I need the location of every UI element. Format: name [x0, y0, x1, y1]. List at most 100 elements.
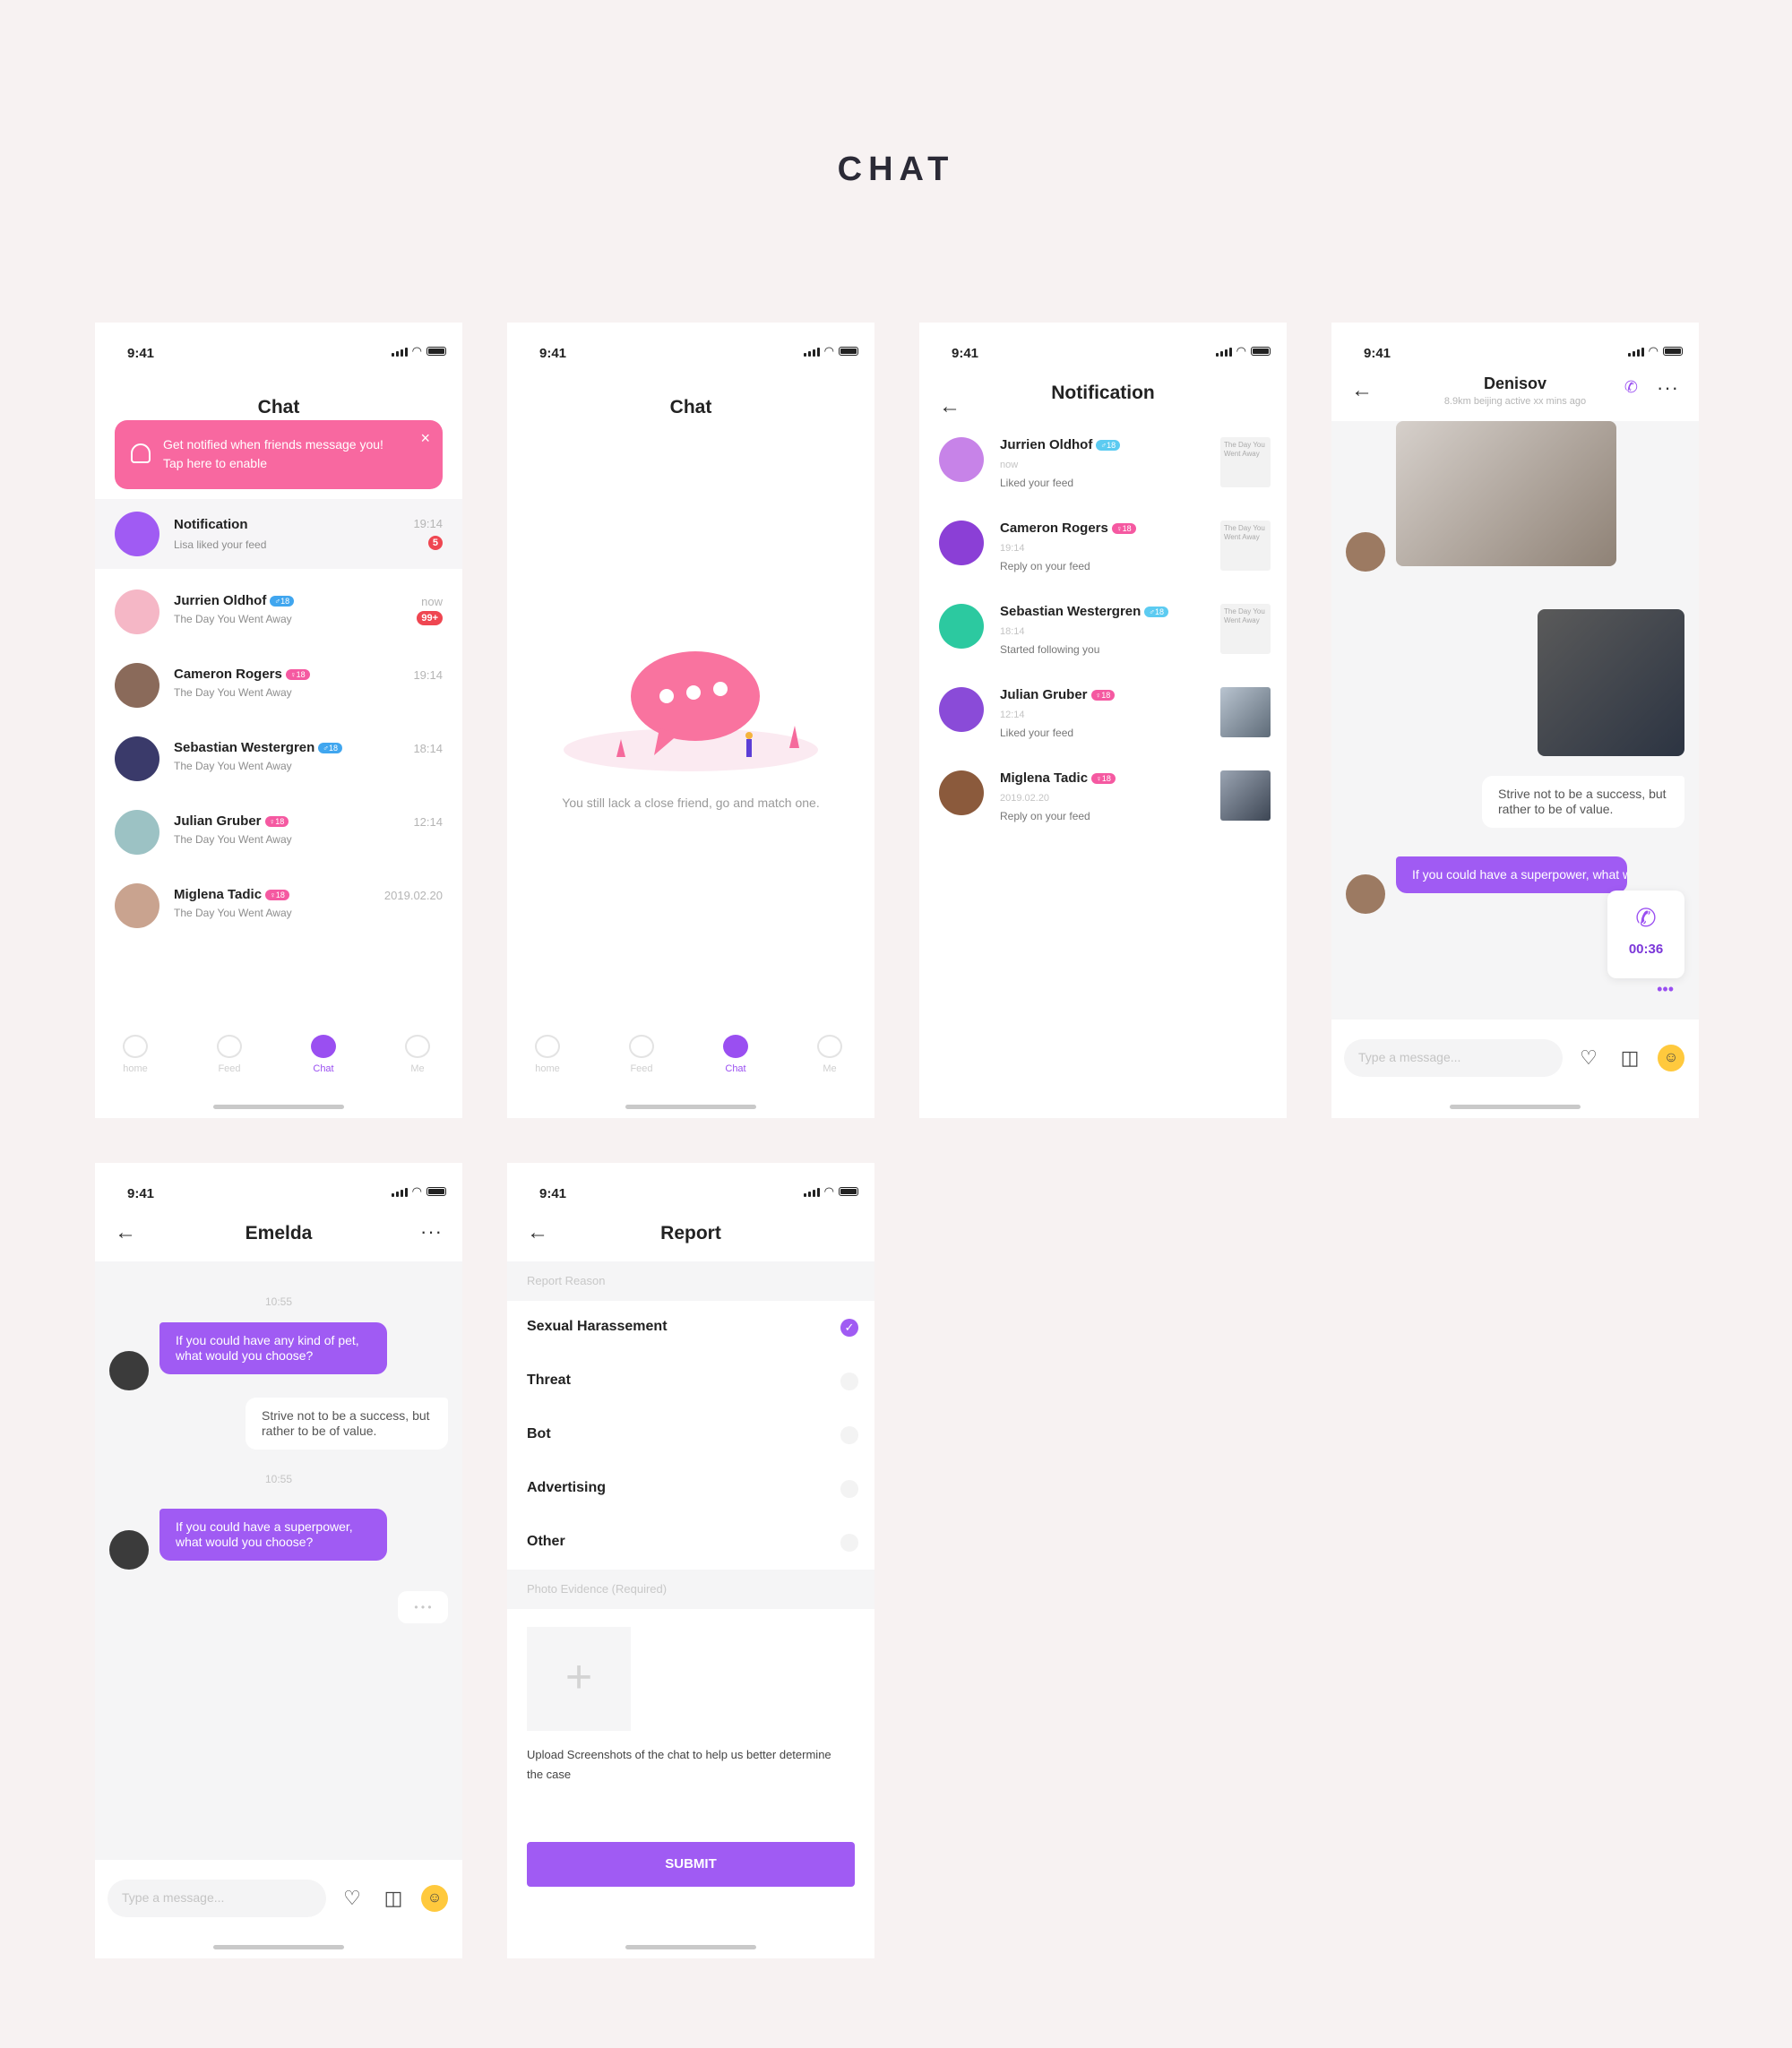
- home-indicator[interactable]: [213, 1945, 344, 1949]
- home-indicator[interactable]: [625, 1945, 756, 1949]
- status-bar: 9:41 ◠: [95, 1163, 462, 1208]
- battery-icon: [839, 1187, 858, 1196]
- photo-message[interactable]: [1396, 421, 1616, 566]
- profile-icon: [817, 1035, 842, 1058]
- home-indicator[interactable]: [213, 1105, 344, 1109]
- list-item[interactable]: Jurrien Oldhof ♂18 now Liked your feed Th…: [919, 428, 1287, 511]
- user-name: Cameron Rogers: [1000, 521, 1108, 536]
- emoji-icon[interactable]: ☺: [421, 1885, 448, 1912]
- message-input-bar: Type a message... ♡ ◫ ☺: [95, 1860, 462, 1958]
- home-indicator[interactable]: [1450, 1105, 1581, 1109]
- tab-label: Feed: [218, 1063, 241, 1074]
- status-time: 9:41: [952, 346, 979, 361]
- phone-call-icon[interactable]: ✆: [1624, 378, 1638, 397]
- tab-feed[interactable]: Feed: [189, 1035, 270, 1074]
- feed-thumbnail[interactable]: The Day You Went Away: [1220, 521, 1271, 571]
- upload-photo-button[interactable]: +: [527, 1627, 631, 1731]
- call-duration: 00:36: [1628, 942, 1664, 957]
- list-item[interactable]: Miglena Tadic ♀18 2019.02.20 Reply on you…: [919, 762, 1287, 844]
- heart-icon[interactable]: ♡: [339, 1885, 366, 1912]
- feed-thumbnail[interactable]: [1220, 687, 1271, 737]
- message-input[interactable]: Type a message...: [1344, 1039, 1563, 1077]
- monster-avatar: [939, 521, 984, 565]
- screen-chat-denisov: 9:41 ◠ ← Denisov 8.9km beijing active xx…: [1331, 323, 1699, 1118]
- tab-bar: home Feed Chat Me: [95, 1035, 462, 1089]
- battery-icon: [426, 1187, 446, 1196]
- status-bar: 9:41 ◠: [507, 323, 874, 367]
- feed-thumbnail[interactable]: The Day You Went Away: [1220, 604, 1271, 654]
- list-item[interactable]: Jurrien Oldhof ♂18 The Day You Went Away …: [95, 575, 462, 649]
- tab-bar: home Feed Chat Me: [507, 1035, 874, 1089]
- list-item[interactable]: Sebastian Westergren ♂18 The Day You Went…: [95, 722, 462, 796]
- list-item[interactable]: Miglena Tadic ♀18 The Day You Went Away 2…: [95, 869, 462, 942]
- submit-button[interactable]: SUBMIT: [527, 1842, 855, 1887]
- timestamp: 10:55: [264, 1295, 293, 1308]
- radio-icon[interactable]: [840, 1373, 858, 1390]
- avatar: [115, 736, 159, 781]
- radio-icon[interactable]: [840, 1480, 858, 1498]
- last-message: The Day You Went Away: [174, 907, 292, 919]
- notification-title: Notification: [174, 517, 248, 532]
- list-item[interactable]: Julian Gruber ♀18 12:14 Liked your feed: [919, 678, 1287, 761]
- tab-me[interactable]: Me: [377, 1035, 458, 1074]
- wifi-icon: ◠: [1236, 344, 1246, 357]
- notification-action: Liked your feed: [1000, 477, 1074, 489]
- feed-thumbnail[interactable]: [1220, 770, 1271, 821]
- tab-label: Me: [823, 1063, 837, 1074]
- close-icon[interactable]: ×: [420, 429, 430, 448]
- received-message: Strive not to be a success, but rather t…: [246, 1398, 448, 1450]
- status-bar: 9:41 ◠: [95, 323, 462, 367]
- page-title: Chat: [669, 397, 712, 417]
- tab-feed[interactable]: Feed: [601, 1035, 682, 1074]
- more-options-icon[interactable]: ···: [420, 1220, 443, 1243]
- camera-icon[interactable]: ◫: [380, 1885, 407, 1912]
- status-time: 9:41: [539, 1186, 567, 1201]
- feed-thumbnail[interactable]: The Day You Went Away: [1220, 437, 1271, 487]
- unread-badge: 5: [427, 536, 443, 550]
- report-option[interactable]: Other: [507, 1516, 874, 1570]
- tab-home[interactable]: home: [95, 1035, 176, 1074]
- option-label: Sexual Harassement: [527, 1319, 668, 1334]
- wifi-icon: ◠: [823, 1184, 834, 1198]
- radio-icon[interactable]: [840, 1534, 858, 1552]
- enable-notifications-banner[interactable]: Get notified when friends message you! T…: [115, 420, 443, 489]
- photo-message[interactable]: [1538, 609, 1684, 756]
- heart-icon[interactable]: ♡: [1575, 1045, 1602, 1071]
- call-card[interactable]: ✆ 00:36: [1607, 891, 1684, 978]
- list-item[interactable]: Julian Gruber ♀18 The Day You Went Away 1…: [95, 796, 462, 869]
- tab-chat[interactable]: Chat: [283, 1035, 364, 1074]
- unread-badge: 99+: [417, 611, 443, 625]
- camera-icon[interactable]: ◫: [1616, 1045, 1643, 1071]
- message-time: 12:14: [413, 815, 443, 829]
- tab-chat[interactable]: Chat: [695, 1035, 776, 1074]
- report-option[interactable]: Advertising: [507, 1462, 874, 1516]
- wifi-icon: ◠: [411, 1184, 422, 1198]
- list-item[interactable]: Cameron Rogers ♀18 19:14 Reply on your fe…: [919, 512, 1287, 594]
- message-time: now: [421, 595, 443, 608]
- tab-home[interactable]: home: [507, 1035, 588, 1074]
- message-area: 10:55 If you could have any kind of pet,…: [95, 1261, 462, 1860]
- notification-row[interactable]: Notification Lisa liked your feed 19:14 …: [95, 499, 462, 569]
- tab-me[interactable]: Me: [789, 1035, 870, 1074]
- home-indicator[interactable]: [625, 1105, 756, 1109]
- list-item[interactable]: Cameron Rogers ♀18 The Day You Went Away …: [95, 649, 462, 722]
- report-option[interactable]: Threat: [507, 1355, 874, 1408]
- tab-label: Feed: [630, 1063, 653, 1074]
- report-option[interactable]: Bot: [507, 1408, 874, 1462]
- battery-icon: [1251, 347, 1271, 356]
- more-options-icon[interactable]: ···: [1657, 376, 1679, 400]
- check-icon[interactable]: ✓: [840, 1319, 858, 1337]
- contact-name: Denisov: [1483, 374, 1547, 392]
- report-option[interactable]: Sexual Harassement ✓: [507, 1301, 874, 1355]
- radio-icon[interactable]: [840, 1426, 858, 1444]
- status-time: 9:41: [127, 346, 155, 361]
- user-name: Miglena Tadic: [1000, 770, 1089, 786]
- signal-icon: [391, 347, 408, 357]
- planet-icon: [629, 1035, 654, 1058]
- banner-line2: Tap here to enable: [163, 456, 267, 470]
- emoji-icon[interactable]: ☺: [1658, 1045, 1684, 1071]
- signal-icon: [1627, 347, 1644, 357]
- home-icon: [123, 1035, 148, 1058]
- list-item[interactable]: Sebastian Westergren ♂18 18:14 Started fo…: [919, 595, 1287, 677]
- message-input[interactable]: Type a message...: [108, 1880, 326, 1917]
